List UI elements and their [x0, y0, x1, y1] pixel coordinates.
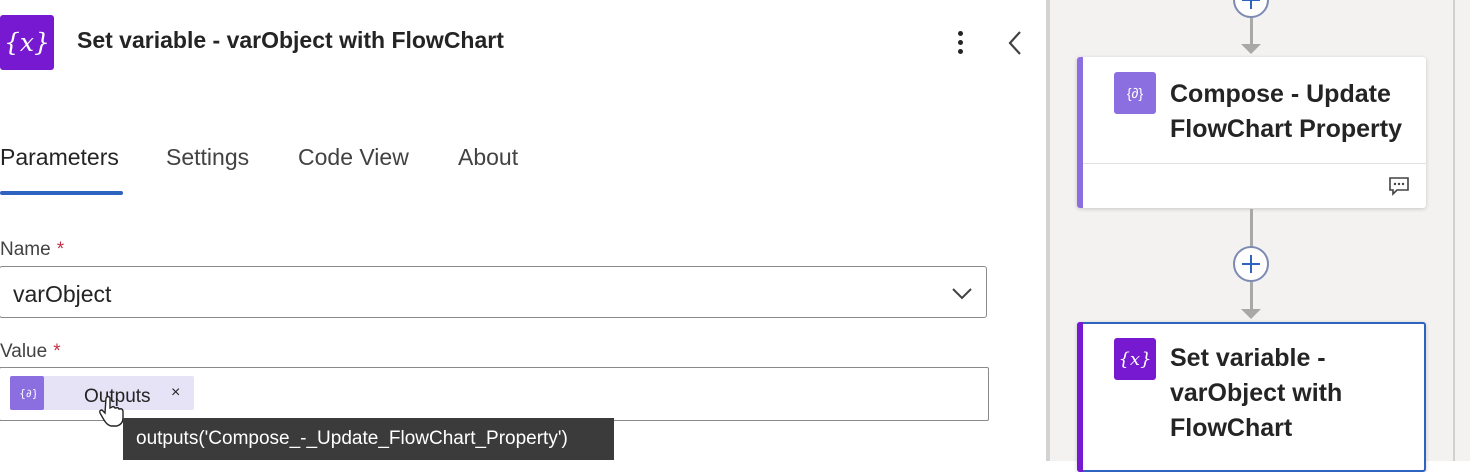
compose-icon: {∂} — [10, 376, 44, 410]
add-step-button[interactable] — [1233, 246, 1269, 282]
value-field-label: Value * — [0, 341, 61, 363]
card-divider — [1083, 163, 1426, 164]
compose-card-icon-text: {∂} — [1126, 85, 1144, 101]
required-indicator: * — [53, 341, 61, 362]
active-tab-indicator — [0, 191, 123, 195]
name-dropdown[interactable]: varObject — [0, 266, 987, 318]
name-field-label: Name * — [0, 239, 64, 261]
panel-title: Set variable - varObject with FlowChart — [77, 27, 504, 53]
more-options-icon[interactable] — [948, 28, 972, 58]
hand-cursor-icon — [99, 395, 124, 427]
connector-line — [1250, 209, 1253, 247]
variable-icon: {x} — [1114, 338, 1156, 380]
required-indicator: * — [56, 239, 65, 260]
canvas-scroll-edge — [1453, 0, 1455, 461]
remove-token-icon[interactable]: × — [171, 384, 180, 402]
variable-icon: {x} — [0, 15, 54, 70]
connector-line — [1250, 18, 1253, 46]
compose-card-title: Compose - Update FlowChart Property — [1170, 80, 1402, 143]
connector-arrow — [1241, 44, 1261, 54]
chevron-down-icon — [952, 288, 972, 300]
compose-icon: {∂} — [1114, 72, 1156, 114]
name-label-text: Name — [0, 239, 51, 260]
tab-about[interactable]: About — [458, 144, 518, 171]
comment-icon[interactable] — [1388, 176, 1410, 196]
collapse-panel-icon[interactable] — [1002, 26, 1030, 60]
connector-line — [1250, 282, 1253, 310]
variable-icon-text: {x} — [4, 28, 50, 57]
tab-parameters[interactable]: Parameters — [0, 144, 119, 171]
value-label-text: Value — [0, 341, 48, 362]
name-dropdown-value: varObject — [13, 281, 112, 307]
variable-card-icon-text: {x} — [1118, 348, 1152, 370]
compose-action-card[interactable]: {∂} Compose - Update FlowChart Property — [1077, 57, 1426, 208]
card-accent — [1077, 57, 1083, 208]
value-input[interactable]: {∂} Outputs × — [0, 367, 989, 427]
set-variable-action-card[interactable]: {x} Set variable - varObject with FlowCh… — [1077, 322, 1426, 472]
tab-code-view[interactable]: Code View — [298, 144, 409, 171]
set-variable-card-title: Set variable - varObject with FlowChart — [1170, 344, 1343, 442]
token-tooltip: outputs('Compose_-_Update_FlowChart_Prop… — [123, 418, 614, 460]
tab-settings[interactable]: Settings — [166, 144, 249, 171]
connector-arrow — [1241, 309, 1261, 319]
action-details-panel: {x} Set variable - varObject with FlowCh… — [0, 0, 1046, 461]
card-accent — [1077, 322, 1083, 472]
svg-text:{∂}: {∂} — [19, 387, 36, 400]
